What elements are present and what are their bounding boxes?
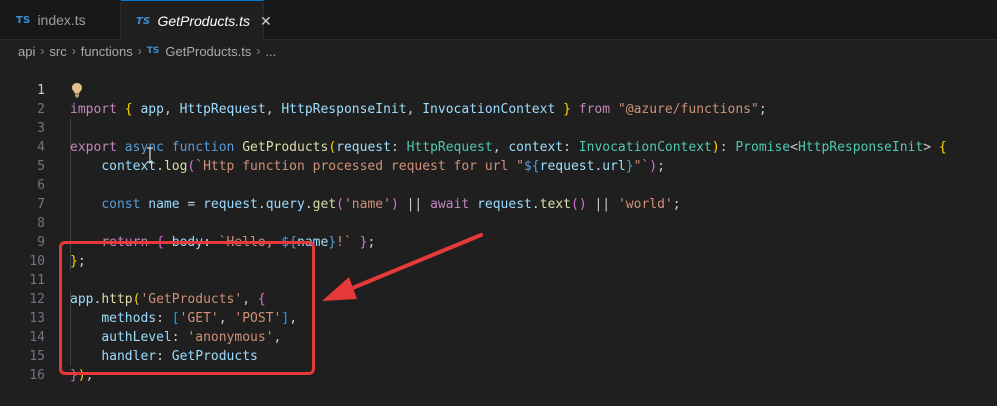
annotation-arrow-icon	[322, 233, 483, 301]
